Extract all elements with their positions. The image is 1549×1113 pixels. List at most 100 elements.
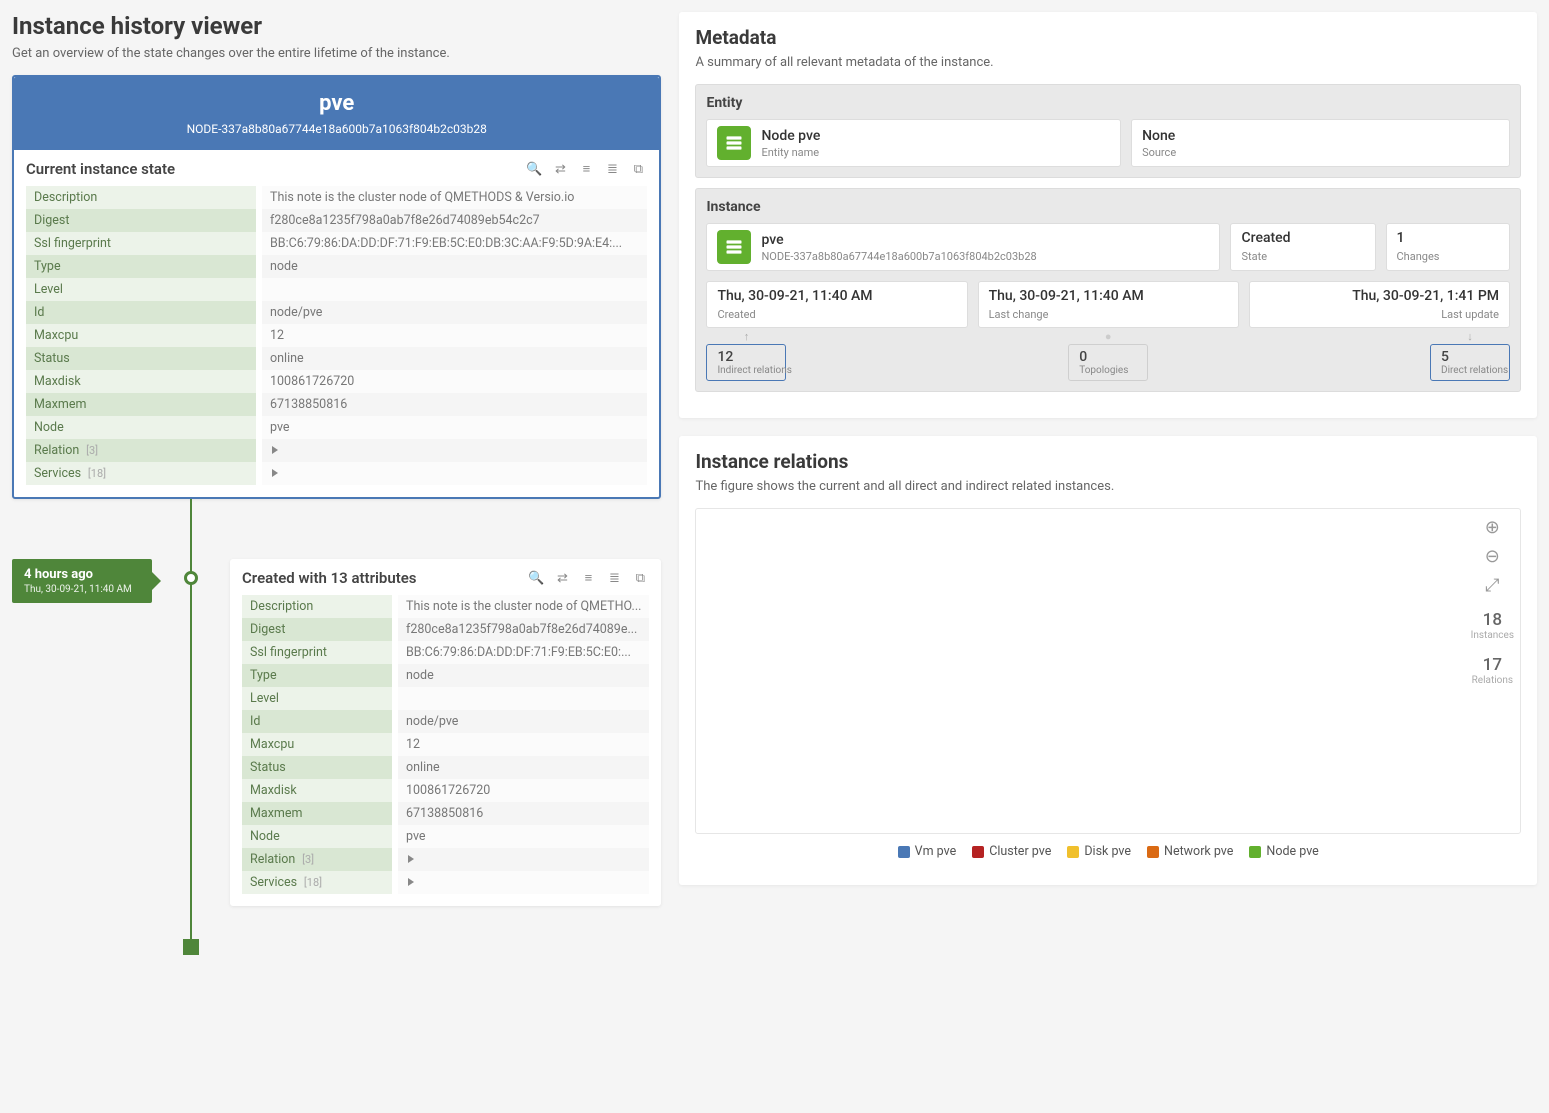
attr-key: Status — [242, 756, 392, 779]
direct-relations-box[interactable]: ↓ 5 Direct relations — [1430, 344, 1510, 381]
timeline-end-icon — [183, 939, 199, 955]
attr-row: Digestf280ce8a1235f798a0ab7f8e26d74089eb… — [26, 209, 647, 232]
legend-label: Network pve — [1164, 844, 1233, 859]
indirect-relations-box[interactable]: ↑ 12 Indirect relations — [706, 344, 786, 381]
lastchange-value: Thu, 30-09-21, 11:40 AM — [989, 288, 1144, 304]
entity-name-label: Entity name — [761, 146, 820, 159]
attr-key: Maxcpu — [26, 324, 256, 347]
attr-value — [262, 278, 647, 301]
instances-label: Instances — [1471, 630, 1514, 641]
attr-value: f280ce8a1235f798a0ab7f8e26d74089e... — [398, 618, 649, 641]
attr-row: Typenode — [242, 664, 649, 687]
search-icon[interactable]: 🔍 — [527, 569, 545, 587]
attr-key: Level — [242, 687, 392, 710]
attr-row: Status online — [26, 347, 647, 370]
legend-swatch — [972, 846, 984, 858]
event-time: 4 hours ago — [24, 567, 140, 582]
attr-key: Status — [26, 347, 256, 370]
fullscreen-icon[interactable]: ⤢ — [1471, 575, 1514, 596]
attr-key: Type — [26, 255, 256, 278]
legend-item: Disk pve — [1067, 844, 1131, 859]
attr-value: This note is the cluster node of QMETHOD… — [262, 186, 647, 209]
topologies-box[interactable]: ● 0 Topologies — [1068, 344, 1148, 381]
attr-row[interactable]: Relation [3] — [242, 848, 649, 871]
instance-name: pve — [761, 232, 1036, 248]
state-value: Created — [1241, 230, 1290, 246]
legend-swatch — [898, 846, 910, 858]
shuffle-icon[interactable]: ⇄ — [551, 160, 569, 178]
attr-row: Description This note is the cluster node… — [26, 186, 647, 209]
list-icon[interactable]: ≡ — [577, 160, 595, 178]
attr-row: Maxdisk100861726720 — [242, 779, 649, 802]
zoom-in-icon[interactable]: ⊕ — [1471, 517, 1514, 538]
lastchange-label: Last change — [989, 308, 1049, 321]
legend-label: Node pve — [1266, 844, 1318, 859]
attr-row[interactable]: Services [18] — [26, 462, 647, 485]
attr-key: Type — [242, 664, 392, 687]
attr-value: online — [262, 347, 647, 370]
instances-count: 18 — [1471, 610, 1514, 630]
attr-row[interactable]: Services [18] — [242, 871, 649, 894]
zoom-out-icon[interactable]: ⊖ — [1471, 546, 1514, 567]
attr-key: Id — [242, 710, 392, 733]
relations-count: 17 — [1471, 655, 1514, 675]
attr-key: Ssl fingerprint — [242, 641, 392, 664]
attr-row: Level — [26, 278, 647, 301]
server-icon — [717, 230, 751, 264]
attr-row: Level — [242, 687, 649, 710]
timeline-badge: 4 hours ago Thu, 30-09-21, 11:40 AM — [12, 559, 152, 603]
legend-label: Disk pve — [1084, 844, 1131, 859]
attr-value: f280ce8a1235f798a0ab7f8e26d74089eb54c2c7 — [262, 209, 647, 232]
history-heading: Instance history viewer — [12, 12, 661, 40]
attr-row: Idnode/pve — [242, 710, 649, 733]
created-value: Thu, 30-09-21, 11:40 AM — [717, 288, 872, 304]
legend-label: Vm pve — [915, 844, 957, 859]
direct-n: 5 — [1441, 349, 1499, 365]
relations-heading: Instance relations — [695, 450, 1521, 473]
attr-key: Description — [26, 186, 256, 209]
attr-row: Ssl fingerprintBB:C6:79:86:DA:DD:DF:71:F… — [26, 232, 647, 255]
legend-swatch — [1249, 846, 1261, 858]
legend-item: Vm pve — [898, 844, 957, 859]
attr-key: Relation [3] — [26, 439, 256, 462]
attr-value — [398, 871, 649, 894]
instance-band: pve NODE-337a8b80a67744e18a600b7a1063f80… — [14, 77, 659, 150]
legend-swatch — [1067, 846, 1079, 858]
topo-l: Topologies — [1079, 365, 1137, 376]
band-title: pve — [26, 91, 647, 116]
event-title: Created with 13 attributes — [242, 569, 417, 587]
attr-key: Level — [26, 278, 256, 301]
attr-value: 100861726720 — [262, 370, 647, 393]
attr-key: Maxmem — [242, 802, 392, 825]
attr-key: Ssl fingerprint — [26, 232, 256, 255]
attr-row: Maxcpu12 — [242, 733, 649, 756]
legend-item: Cluster pve — [972, 844, 1051, 859]
list-compact-icon[interactable]: ≣ — [603, 160, 621, 178]
entity-source-label: Source — [1142, 146, 1176, 159]
attr-value: BB:C6:79:86:DA:DD:DF:71:F9:EB:5C:E0:... — [398, 641, 649, 664]
relations-graph[interactable]: ⊕ ⊖ ⤢ 18Instances 17Relations — [695, 508, 1521, 834]
attr-value — [262, 462, 647, 485]
attr-row: Maxmem67138850816 — [242, 802, 649, 825]
created-label: Created — [717, 308, 755, 321]
copy-icon[interactable]: ⧉ — [629, 160, 647, 178]
relations-subtitle: The figure shows the current and all dir… — [695, 479, 1521, 494]
attr-key: Maxcpu — [242, 733, 392, 756]
list-compact-icon[interactable]: ≣ — [605, 569, 623, 587]
list-icon[interactable]: ≡ — [579, 569, 597, 587]
state-label: State — [1241, 250, 1267, 263]
server-icon — [717, 126, 751, 160]
entity-name: Node pve — [761, 128, 820, 144]
entity-header: Entity — [706, 95, 1510, 111]
shuffle-icon[interactable]: ⇄ — [553, 569, 571, 587]
attr-value — [398, 848, 649, 871]
attr-row[interactable]: Relation [3] — [26, 439, 647, 462]
relations-label: Relations — [1471, 675, 1514, 686]
copy-icon[interactable]: ⧉ — [631, 569, 649, 587]
attr-row: Digest f280ce8a1235f798a0ab7f8e26d74089e.… — [242, 618, 649, 641]
attr-row: DescriptionThis note is the cluster node… — [242, 595, 649, 618]
search-icon[interactable]: 🔍 — [525, 160, 543, 178]
attr-key: Digest — [242, 618, 392, 641]
metadata-panel: Metadata A summary of all relevant metad… — [679, 12, 1537, 418]
attr-value: 100861726720 — [398, 779, 649, 802]
